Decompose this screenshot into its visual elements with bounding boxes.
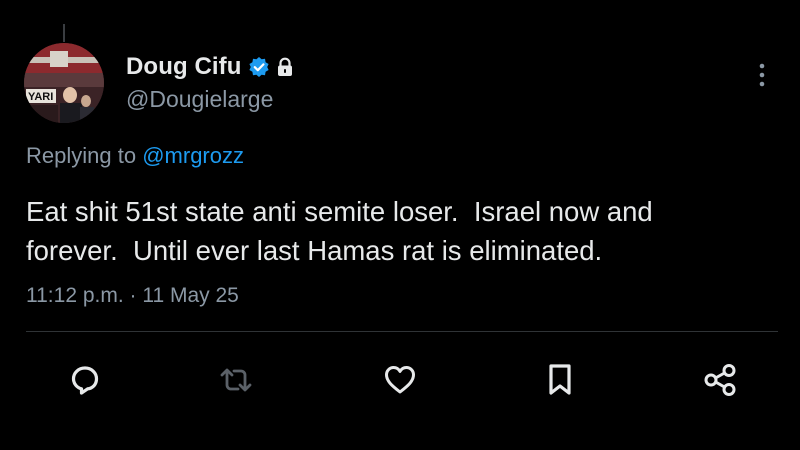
avatar[interactable]: YARI	[24, 43, 104, 123]
avatar-banner-text: YARI	[28, 91, 53, 103]
reply-button[interactable]	[67, 362, 103, 398]
replying-to-label: Replying to	[26, 143, 137, 168]
avatar-image: YARI	[24, 43, 104, 123]
replying-to-line: Replying to @mrgrozz	[26, 143, 244, 169]
author-handle[interactable]: @Dougielarge	[126, 86, 294, 113]
like-button[interactable]	[382, 362, 418, 398]
reply-icon	[71, 366, 99, 395]
bookmark-button[interactable]	[542, 362, 578, 398]
thread-connector-line	[63, 24, 65, 42]
retweet-button[interactable]	[218, 362, 254, 398]
bookmark-icon	[549, 364, 571, 395]
verified-badge-icon	[248, 56, 270, 78]
more-vertical-icon	[759, 63, 765, 87]
lock-icon	[276, 57, 294, 77]
more-options-button[interactable]	[752, 60, 772, 90]
reply-mention-link[interactable]: @mrgrozz	[142, 143, 244, 168]
tweet-text: Eat shit 51st state anti semite loser. I…	[26, 196, 653, 266]
share-button[interactable]	[702, 362, 738, 398]
share-icon	[704, 364, 736, 396]
author-name-row: Doug Cifu	[126, 52, 294, 82]
retweet-icon	[220, 368, 252, 392]
heart-icon	[385, 366, 415, 394]
display-name[interactable]: Doug Cifu	[126, 53, 242, 81]
divider	[26, 331, 778, 332]
tweet-timestamp[interactable]: 11:12 p.m. · 11 May 25	[26, 284, 239, 308]
author-block: Doug Cifu @Dougielarge	[126, 52, 294, 113]
